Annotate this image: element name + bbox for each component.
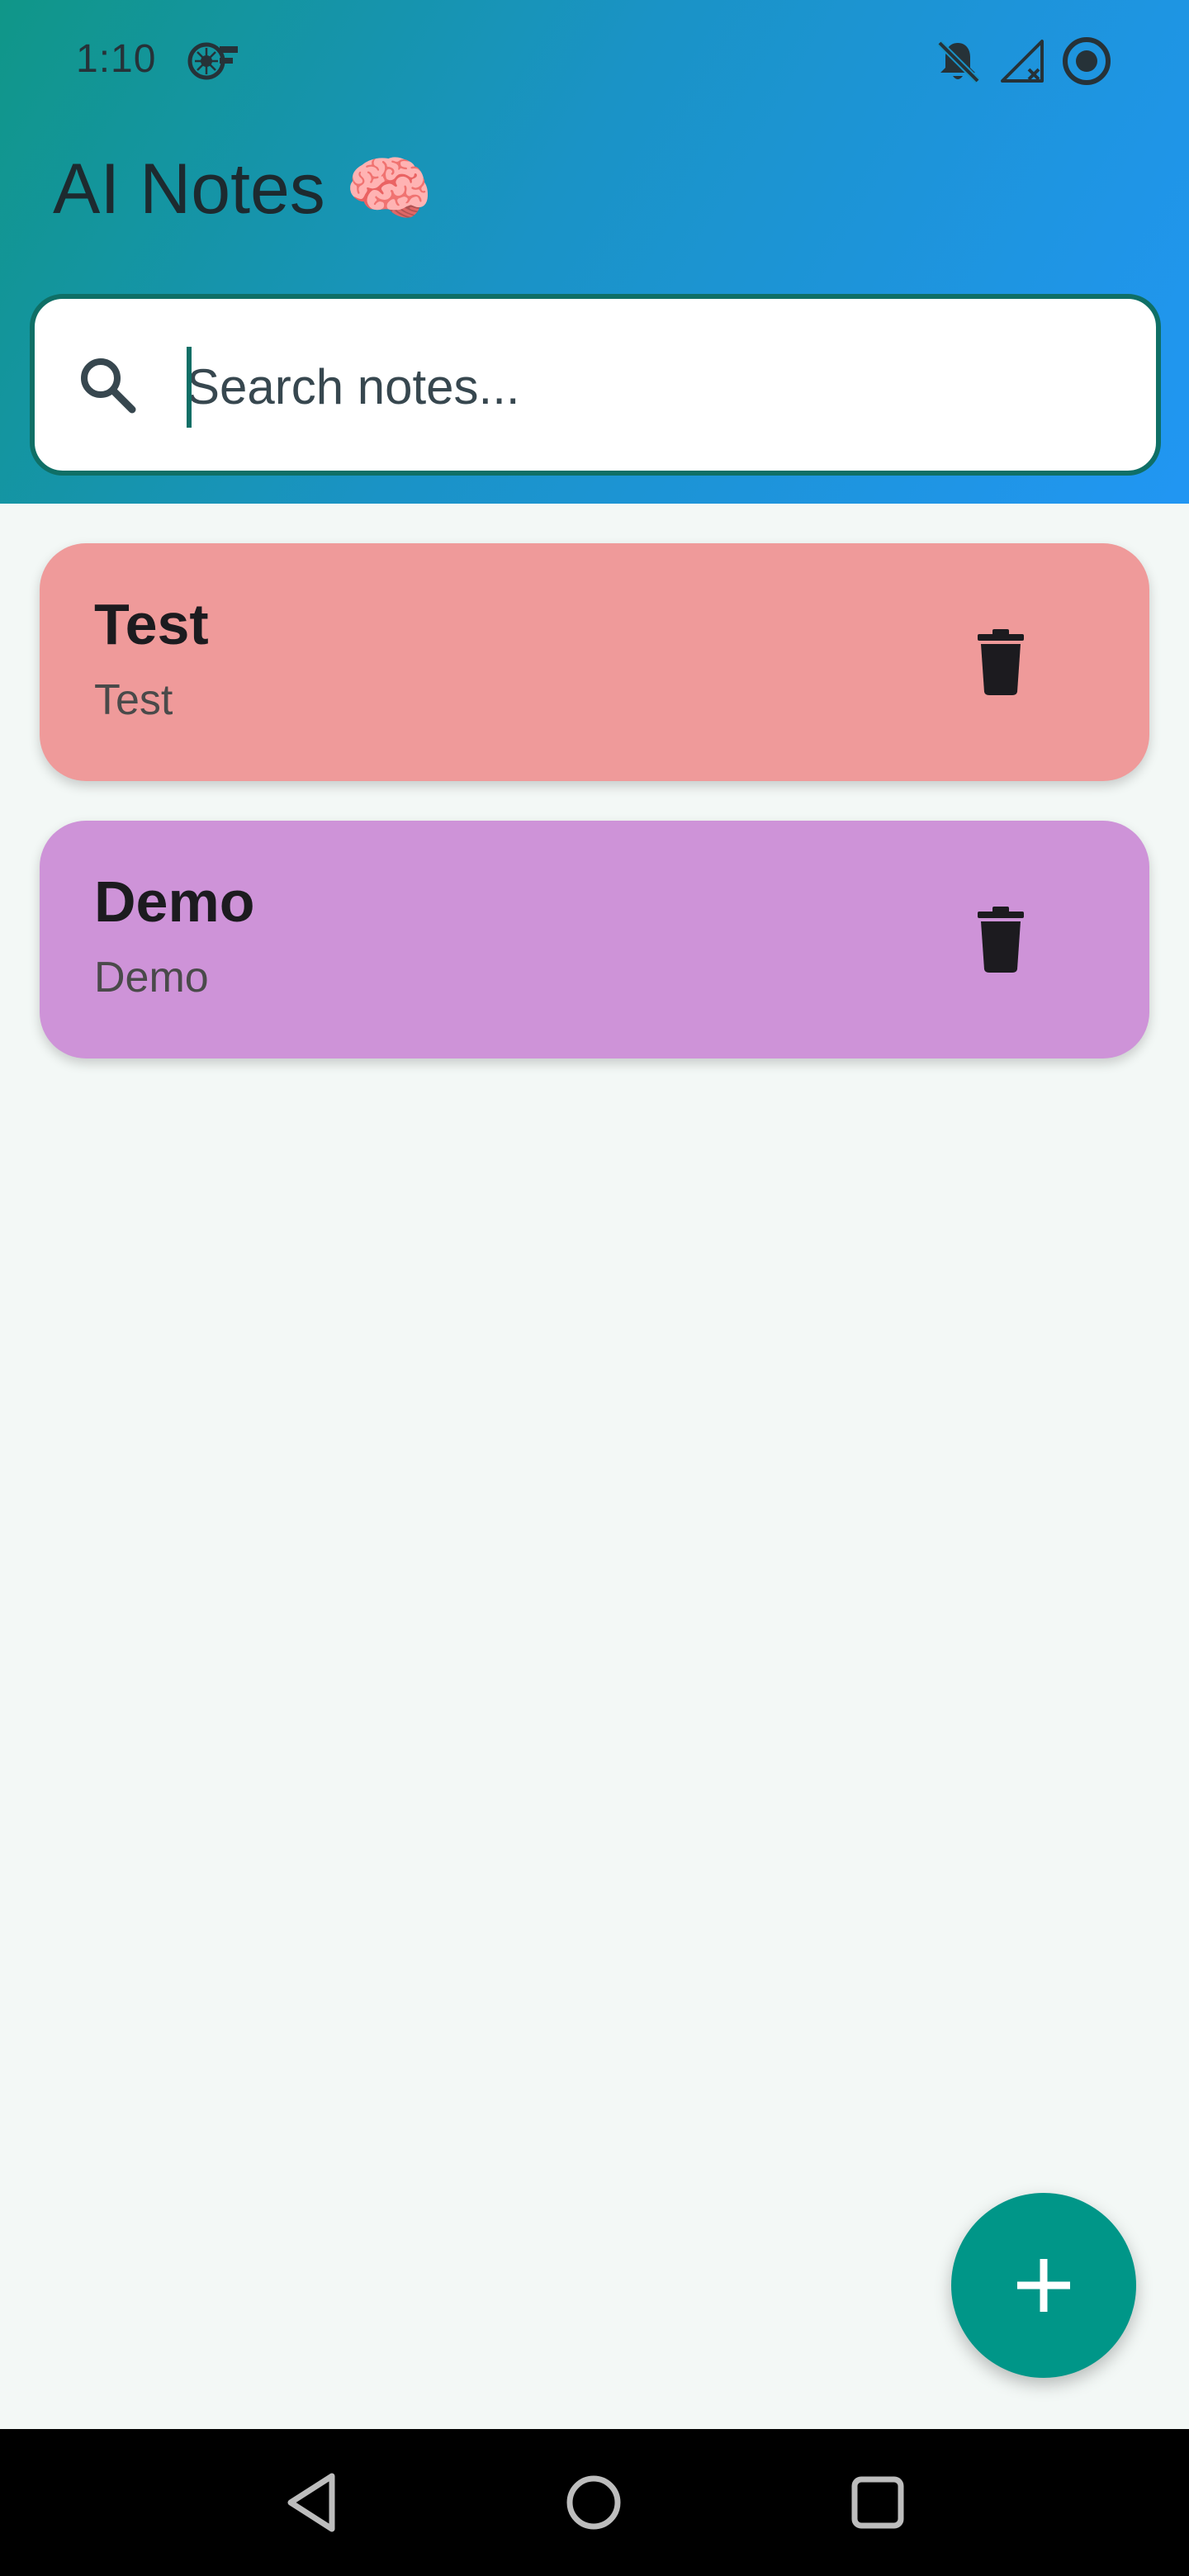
home-button[interactable] bbox=[557, 2465, 631, 2540]
signal-off-icon bbox=[1001, 40, 1044, 83]
text-cursor bbox=[187, 347, 192, 428]
home-icon bbox=[566, 2475, 621, 2530]
trash-icon bbox=[978, 907, 1024, 973]
trash-icon bbox=[978, 629, 1024, 695]
recents-icon bbox=[851, 2476, 904, 2529]
system-nav-bar bbox=[0, 2429, 1189, 2576]
recents-button[interactable] bbox=[841, 2465, 915, 2540]
note-card[interactable]: Test Test bbox=[40, 543, 1149, 781]
note-title: Test bbox=[94, 592, 209, 656]
search-icon bbox=[81, 358, 136, 414]
delete-button[interactable] bbox=[951, 613, 1050, 712]
bell-off-icon bbox=[937, 40, 980, 83]
sync-icon bbox=[1063, 37, 1111, 85]
search-input[interactable] bbox=[187, 345, 1095, 428]
note-title: Demo bbox=[94, 869, 255, 934]
back-button[interactable] bbox=[274, 2465, 348, 2540]
plus-icon bbox=[1017, 2259, 1070, 2312]
note-body: Test bbox=[94, 676, 173, 724]
delete-button[interactable] bbox=[951, 890, 1050, 989]
status-time: 1:10 bbox=[76, 37, 157, 81]
page-title: AI Notes 🧠 bbox=[53, 149, 433, 229]
status-bar: 1:10 bbox=[0, 0, 1189, 124]
fan-icon bbox=[187, 42, 238, 80]
note-card[interactable]: Demo Demo bbox=[40, 821, 1149, 1058]
note-body: Demo bbox=[94, 954, 209, 1002]
app-header: 1:10 AI Notes 🧠 bbox=[0, 0, 1189, 504]
add-note-button[interactable] bbox=[951, 2193, 1136, 2378]
search-bar[interactable] bbox=[30, 294, 1161, 476]
back-icon bbox=[287, 2473, 335, 2532]
